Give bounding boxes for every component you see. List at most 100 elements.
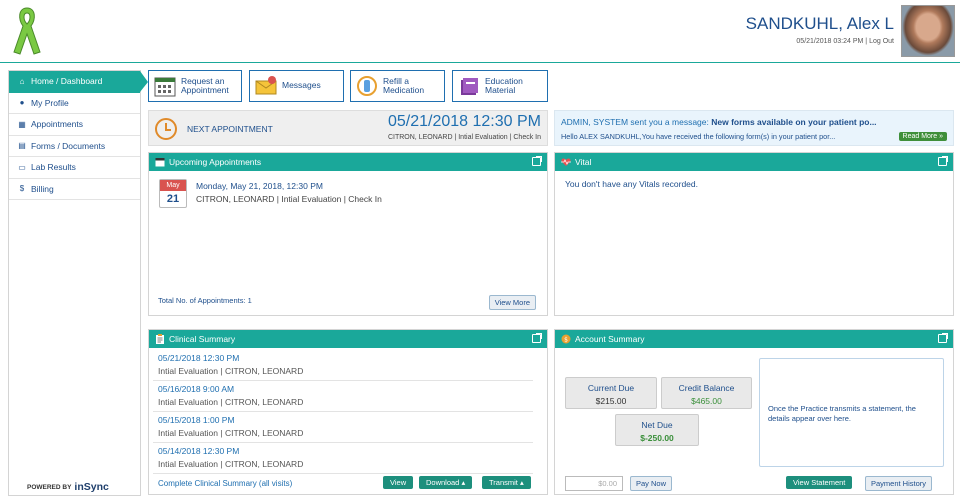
external-link-icon[interactable] (938, 333, 948, 343)
net-due-value: $-250.00 (640, 433, 674, 443)
message-sender: ADMIN, SYSTEM sent you a message: (561, 117, 712, 127)
sidebar-item-appointments[interactable]: ▦ Appointments (9, 114, 140, 136)
vital-panel: Vital You don't have any Vitals recorded… (554, 152, 954, 316)
dollar-icon: $ (19, 184, 25, 194)
quick-action-label: Request an Appointment (181, 75, 229, 95)
header: SANDKUHL, Alex L 05/21/2018 03:24 PM | L… (0, 0, 960, 63)
sidebar-item-label: Billing (31, 183, 54, 194)
complete-clinical-summary-link[interactable]: Complete Clinical Summary (all visits) (158, 479, 292, 488)
next-appointment-bar[interactable]: NEXT APPOINTMENT 05/21/2018 12:30 PM CIT… (148, 110, 548, 146)
sidebar-item-forms[interactable]: ▤ Forms / Documents (9, 136, 140, 157)
panel-header: Upcoming Appointments (149, 153, 547, 171)
credit-balance-value: $465.00 (691, 396, 722, 406)
user-meta: 05/21/2018 03:24 PM | Log Out (796, 38, 894, 45)
quick-action-label: Messages (282, 80, 321, 91)
calendar-month: May (160, 180, 186, 191)
visit-detail: Intial Evaluation | CITRON, LEONARD (158, 459, 304, 469)
clinical-summary-item[interactable]: 05/21/2018 12:30 PM Intial Evaluation | C… (153, 350, 533, 381)
refill-medication-button[interactable]: Refill a Medication (350, 70, 445, 102)
calendar-date-icon: May 21 (159, 179, 187, 208)
sidebar-item-label: Lab Results (31, 162, 76, 173)
awareness-ribbon-logo (13, 7, 41, 55)
sidebar-item-profile[interactable]: ● My Profile (9, 93, 140, 114)
message-subject[interactable]: New forms available on your patient po..… (711, 117, 876, 127)
calendar-day: 21 (166, 193, 180, 205)
appointments-total: Total No. of Appointments: 1 (158, 296, 252, 305)
quick-action-label: Refill a Medication (383, 75, 425, 95)
panel-header: Clinical Summary (149, 330, 547, 348)
clock-icon (155, 118, 177, 140)
clinical-summary-item[interactable]: 05/15/2018 1:00 PM Intial Evaluation | CI… (153, 412, 533, 443)
statement-area: Once the Practice transmits a statement,… (759, 358, 944, 467)
visit-date[interactable]: 05/21/2018 12:30 PM (158, 353, 533, 363)
sidebar: ⌂ Home / Dashboard ● My Profile ▦ Appointme… (8, 70, 148, 496)
view-button[interactable]: View (383, 476, 414, 489)
user-icon: ● (19, 98, 25, 108)
net-due-box: Net Due $-250.00 (615, 414, 699, 446)
message-notification[interactable]: ADMIN, SYSTEM sent you a message: New fo… (554, 110, 954, 146)
messages-badge: 6 (274, 73, 278, 79)
visit-detail: Intial Evaluation | CITRON, LEONARD (158, 366, 304, 376)
request-appointment-button[interactable]: Request an Appointment (148, 70, 242, 102)
credit-balance-label: Credit Balance (678, 383, 735, 393)
account-summary-panel: $ Account Summary Current Due $215.00 Cred… (554, 329, 954, 495)
read-more-button[interactable]: Read More » (898, 132, 947, 141)
current-datetime: 05/21/2018 03:24 PM (796, 38, 864, 45)
current-due-label: Current Due (587, 383, 635, 393)
panel-header: Vital (555, 153, 953, 171)
next-appointment-datetime: 05/21/2018 12:30 PM (387, 113, 541, 130)
external-link-icon[interactable] (532, 156, 542, 166)
payment-history-button[interactable]: Payment History (865, 476, 933, 491)
panel-title: Account Summary (575, 334, 645, 344)
insync-logo: inSync (74, 481, 109, 493)
sidebar-item-lab-results[interactable]: ▭ Lab Results (9, 157, 140, 179)
payment-amount-input[interactable]: $0.00 (565, 476, 623, 491)
sidebar-item-billing[interactable]: $ Billing (9, 179, 140, 200)
pay-now-button[interactable]: Pay Now (630, 476, 673, 491)
sidebar-item-label: Appointments (31, 119, 83, 130)
next-appointment-label: NEXT APPOINTMENT (187, 124, 273, 134)
view-more-button[interactable]: View More (488, 295, 536, 310)
messages-button[interactable]: 6 Messages (249, 70, 344, 102)
home-icon: ⌂ (19, 76, 25, 86)
calendar-request-icon (154, 77, 176, 97)
sidebar-item-label: Home / Dashboard (31, 76, 103, 87)
external-link-icon[interactable] (532, 333, 542, 343)
quick-action-label: Education Material (485, 75, 523, 95)
svg-text:$: $ (564, 337, 568, 344)
external-link-icon[interactable] (938, 156, 948, 166)
current-due-box: Current Due $215.00 (565, 377, 657, 409)
visit-detail: Intial Evaluation | CITRON, LEONARD (158, 397, 304, 407)
sidebar-item-home[interactable]: ⌂ Home / Dashboard (9, 71, 148, 93)
logout-link[interactable]: Log Out (869, 38, 894, 45)
powered-by-label: POWERED BY (27, 483, 72, 491)
sidebar-item-label: My Profile (31, 97, 69, 108)
panel-title: Upcoming Appointments (169, 157, 262, 167)
visit-date[interactable]: 05/16/2018 9:00 AM (158, 384, 533, 394)
clinical-summary-item[interactable]: 05/14/2018 12:30 PM Intial Evaluation | C… (153, 443, 533, 474)
coin-icon: $ (561, 334, 571, 344)
education-icon (461, 78, 478, 95)
current-due-value: $215.00 (595, 396, 627, 406)
panel-title: Vital (575, 157, 592, 167)
clinical-summary-item[interactable]: 05/16/2018 9:00 AM Intial Evaluation | CI… (153, 381, 533, 412)
document-icon: ▤ (18, 141, 26, 151)
clinical-summary-panel: Clinical Summary 05/21/2018 12:30 PM Inti… (148, 329, 548, 495)
education-material-button[interactable]: Education Material (452, 70, 548, 102)
visit-detail: Intial Evaluation | CITRON, LEONARD (158, 428, 304, 438)
powered-by: POWERED BY inSync (27, 481, 109, 493)
next-appointment-details: CITRON, LEONARD | Intial Evaluation | Ch… (387, 134, 541, 141)
view-statement-button[interactable]: View Statement (786, 476, 853, 489)
panel-title: Clinical Summary (169, 334, 236, 344)
sidebar-item-label: Forms / Documents (31, 140, 106, 151)
transmit-button[interactable]: Transmit ▴ (482, 476, 531, 489)
visit-date[interactable]: 05/15/2018 1:00 PM (158, 415, 533, 425)
panel-header: $ Account Summary (555, 330, 953, 348)
user-avatar[interactable] (901, 5, 955, 57)
appointment-datetime[interactable]: Monday, May 21, 2018, 12:30 PM (196, 181, 323, 191)
user-name: SANDKUHL, Alex L (745, 14, 894, 33)
download-button[interactable]: Download ▴ (419, 476, 473, 489)
calendar-icon: ▦ (18, 119, 26, 129)
visit-date[interactable]: 05/14/2018 12:30 PM (158, 446, 533, 456)
message-headline: ADMIN, SYSTEM sent you a message: New fo… (561, 117, 949, 127)
